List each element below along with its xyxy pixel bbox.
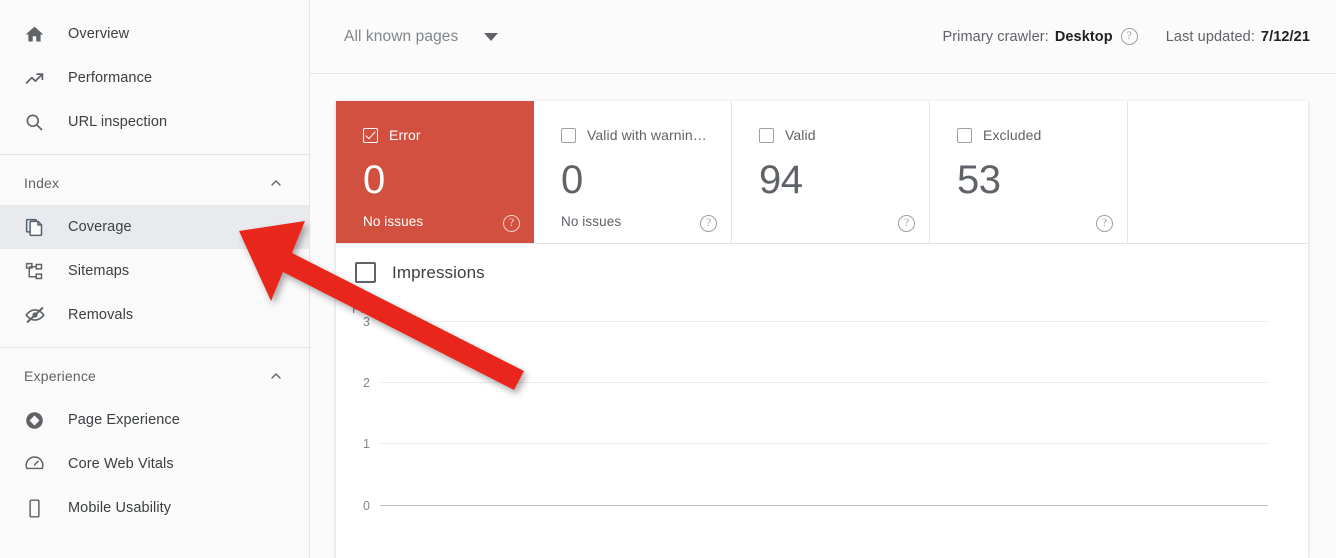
- sidebar-item-label: Coverage: [68, 219, 132, 235]
- sidebar-item-overview[interactable]: Overview: [0, 12, 309, 56]
- status-card-checkbox[interactable]: [561, 127, 576, 143]
- help-icon[interactable]: ?: [700, 215, 717, 232]
- google-search-console-coverage-page: Overview Performance URL inspection Inde…: [0, 0, 1336, 558]
- status-card-header: Valid with warnin…: [561, 127, 713, 143]
- sidebar-item-label: Page Experience: [68, 412, 180, 428]
- status-card-value: 0: [363, 158, 385, 202]
- status-card-empty-slot: [1128, 101, 1308, 243]
- status-card-subtext: No issues: [561, 214, 622, 229]
- status-card-value: 0: [561, 158, 583, 202]
- pages-copy-icon: [24, 215, 52, 239]
- status-card-checkbox[interactable]: [957, 127, 972, 143]
- content-wrapper: Error 0 No issues ? Valid with warnin… 0…: [310, 74, 1336, 558]
- sidebar-item-label: URL inspection: [68, 114, 168, 130]
- chart-gridline: [380, 382, 1268, 383]
- status-card-label: Valid with warnin…: [587, 127, 707, 143]
- sidebar-divider: [0, 154, 309, 155]
- sidebar-divider: [0, 347, 309, 348]
- last-updated-value: 7/12/21: [1260, 28, 1310, 45]
- help-icon[interactable]: ?: [503, 215, 520, 232]
- sidebar-item-label: Performance: [68, 70, 153, 86]
- eye-off-icon: [24, 303, 52, 327]
- help-icon[interactable]: ?: [898, 215, 915, 232]
- status-card-value: 94: [759, 158, 803, 202]
- sidebar-item-mobile-usability[interactable]: Mobile Usability: [0, 486, 309, 530]
- status-card-header: Valid: [759, 127, 911, 143]
- sidebar-item-label: Removals: [68, 307, 134, 323]
- status-card-label: Error: [389, 127, 421, 143]
- chart-plot-area: 3 2 1 0: [336, 244, 1308, 558]
- sidebar-item-label: Overview: [68, 26, 130, 42]
- search-icon: [24, 110, 52, 134]
- sidebar-item-page-experience[interactable]: Page Experience: [0, 398, 309, 442]
- chevron-down-icon[interactable]: [484, 32, 499, 41]
- status-cards-row: Error 0 No issues ? Valid with warnin… 0…: [336, 101, 1308, 244]
- topbar-meta-group: Primary crawler: Desktop ? Last updated:…: [942, 28, 1310, 45]
- status-card-checkbox[interactable]: [363, 127, 378, 143]
- page-filter-label: All known pages: [344, 27, 459, 45]
- mobile-phone-icon: [24, 496, 52, 520]
- sidebar-section-experience[interactable]: Experience: [0, 354, 309, 398]
- chart-y-tick: 2: [363, 376, 370, 390]
- chart-gridline: [380, 321, 1268, 322]
- trending-up-icon: [24, 66, 52, 90]
- primary-crawler-value: Desktop: [1054, 28, 1113, 45]
- status-card-value: 53: [957, 158, 1001, 202]
- sidebar-item-performance[interactable]: Performance: [0, 56, 309, 100]
- status-card-label: Excluded: [983, 127, 1042, 143]
- sidebar-item-sitemaps[interactable]: Sitemaps: [0, 249, 309, 293]
- sidebar: Overview Performance URL inspection Inde…: [0, 0, 310, 558]
- status-card-label: Valid: [785, 127, 816, 143]
- page-filter-dropdown[interactable]: All known pages: [336, 27, 499, 46]
- sidebar-top-group: Overview Performance URL inspection: [0, 0, 309, 144]
- chart-y-tick: 3: [363, 315, 370, 329]
- last-updated-meta: Last updated: 7/12/21: [1166, 29, 1310, 45]
- status-card-header: Excluded: [957, 127, 1109, 143]
- chevron-up-icon[interactable]: [267, 367, 285, 385]
- speedometer-icon: [24, 452, 52, 476]
- sidebar-section-index[interactable]: Index: [0, 161, 309, 205]
- coverage-chart: Impressions Pages 3 2 1 0: [336, 244, 1308, 558]
- help-icon[interactable]: ?: [1096, 215, 1113, 232]
- primary-crawler-meta: Primary crawler: Desktop ?: [942, 28, 1138, 45]
- sitemap-icon: [24, 259, 52, 283]
- coverage-panel: Error 0 No issues ? Valid with warnin… 0…: [336, 101, 1308, 558]
- sidebar-item-label: Mobile Usability: [68, 500, 172, 516]
- status-card-checkbox[interactable]: [759, 127, 774, 143]
- page-experience-icon: [24, 408, 52, 432]
- sidebar-item-label: Core Web Vitals: [68, 456, 174, 472]
- sidebar-item-core-web-vitals[interactable]: Core Web Vitals: [0, 442, 309, 486]
- status-card-excluded[interactable]: Excluded 53 ?: [930, 101, 1128, 243]
- sidebar-item-label: Sitemaps: [68, 263, 130, 279]
- sidebar-item-removals[interactable]: Removals: [0, 293, 309, 337]
- status-card-subtext: No issues: [363, 214, 424, 229]
- chart-y-tick: 0: [363, 499, 370, 513]
- home-icon: [24, 22, 52, 46]
- main-content: All known pages Primary crawler: Desktop…: [310, 0, 1336, 558]
- last-updated-label: Last updated:: [1165, 28, 1255, 45]
- primary-crawler-label: Primary crawler:: [942, 28, 1049, 45]
- sidebar-item-url-inspection[interactable]: URL inspection: [0, 100, 309, 144]
- status-card-valid-with-warnings[interactable]: Valid with warnin… 0 No issues ?: [534, 101, 732, 243]
- sidebar-section-title: Index: [24, 175, 60, 191]
- sidebar-item-coverage[interactable]: Coverage: [0, 205, 309, 249]
- chevron-up-icon[interactable]: [267, 174, 285, 192]
- chart-gridline: [380, 443, 1268, 444]
- chart-y-tick: 1: [363, 437, 370, 451]
- chart-axis-baseline: [380, 505, 1268, 506]
- help-icon[interactable]: ?: [1120, 28, 1138, 45]
- status-card-valid[interactable]: Valid 94 ?: [732, 101, 930, 243]
- topbar: All known pages Primary crawler: Desktop…: [310, 0, 1336, 74]
- status-card-header: Error: [363, 127, 516, 143]
- sidebar-section-title: Experience: [24, 368, 97, 384]
- status-card-error[interactable]: Error 0 No issues ?: [336, 101, 534, 243]
